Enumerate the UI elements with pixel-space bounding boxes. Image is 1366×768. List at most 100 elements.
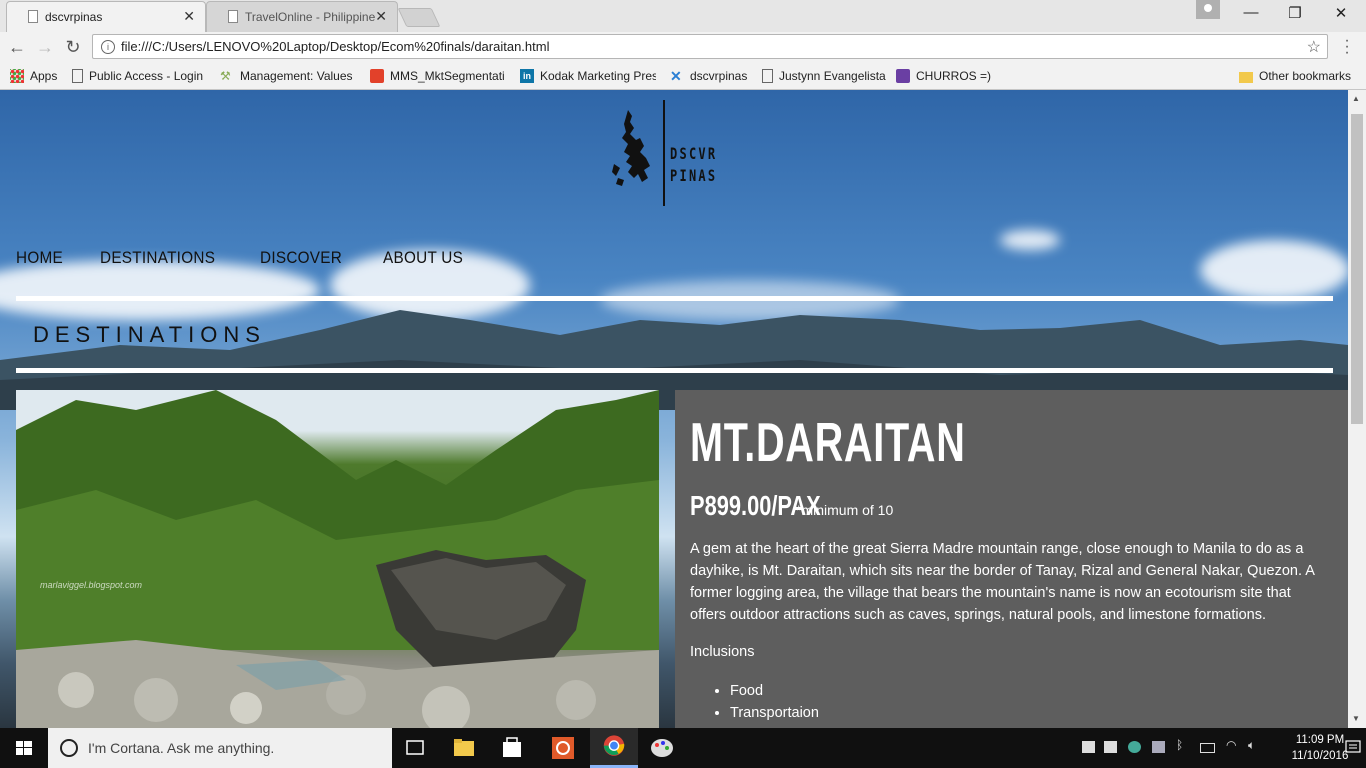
tray-icon[interactable]: [1082, 741, 1095, 753]
bookmark-public-access[interactable]: Public Access - Login: [72, 67, 204, 85]
other-bookmarks[interactable]: Other bookmarks: [1239, 67, 1351, 85]
close-window-button[interactable]: ✕: [1318, 4, 1364, 22]
tab-dscvrpinas[interactable]: dscvrpinas ✕: [6, 1, 206, 32]
page-icon: [28, 10, 38, 23]
linkedin-icon: in: [520, 69, 534, 83]
bookmark-apps[interactable]: Apps: [10, 67, 57, 85]
profile-button[interactable]: [1196, 0, 1220, 19]
list-item: Food: [730, 680, 819, 702]
inclusions-list: Food Transportaion: [690, 680, 819, 724]
nav-about-us[interactable]: ABOUT US: [383, 248, 463, 268]
music-app-icon[interactable]: [540, 728, 588, 768]
site-logo[interactable]: DSCVR PINAS: [610, 98, 740, 208]
wifi-icon[interactable]: ◠: [1226, 738, 1239, 752]
pickaxe-icon: ⚒: [220, 69, 231, 83]
price-line: P899.00/PAX*minimum of 10: [690, 490, 893, 522]
bookmark-label: Other bookmarks: [1259, 69, 1352, 83]
destination-title: MT.DARAITAN: [690, 411, 966, 473]
tray-icon[interactable]: [1104, 741, 1117, 753]
reload-icon[interactable]: ↻: [62, 37, 84, 57]
scroll-down-icon[interactable]: ▼: [1352, 714, 1360, 723]
philippines-map-icon: [612, 110, 650, 186]
red-app-icon: [370, 69, 384, 83]
bookmark-management-values[interactable]: ⚒ Management: Values (: [220, 67, 354, 85]
top-divider: [16, 296, 1333, 301]
address-bar[interactable]: i file:///C:/Users/LENOVO%20Laptop/Deskt…: [92, 34, 1328, 59]
url-text: file:///C:/Users/LENOVO%20Laptop/Desktop…: [121, 39, 550, 54]
inclusions-label: Inclusions: [690, 644, 755, 660]
destination-description: A gem at the heart of the great Sierra M…: [690, 541, 1315, 623]
destination-photo: marlaviggel.blogspot.com: [16, 390, 659, 728]
bookmark-justynn[interactable]: Justynn Evangelista: [762, 67, 886, 85]
destination-info-panel: MT.DARAITAN P899.00/PAX*minimum of 10 A …: [675, 390, 1348, 728]
bookmark-label: Justynn Evangelista: [779, 69, 886, 83]
cortana-search-box[interactable]: I'm Cortana. Ask me anything.: [48, 728, 392, 768]
back-arrow-icon[interactable]: ←: [6, 37, 28, 57]
volume-icon[interactable]: 🔈︎: [1248, 738, 1261, 752]
bookmark-kodak[interactable]: in Kodak Marketing Pres: [520, 67, 656, 85]
page-icon: [228, 10, 238, 23]
page-icon: [762, 69, 773, 83]
menu-dots-icon[interactable]: · · ·: [1342, 33, 1352, 61]
person-icon: [1204, 4, 1212, 12]
apps-grid-icon: [10, 69, 24, 83]
bookmark-label: CHURROS =): [916, 69, 992, 83]
forward-arrow-icon[interactable]: →: [34, 37, 56, 57]
tab-title: dscvrpinas: [45, 10, 103, 24]
task-view-icon[interactable]: [392, 728, 440, 768]
tab-title: TravelOnline - Philippine: [245, 10, 375, 24]
logo-text-line1: DSCVR: [670, 144, 718, 163]
close-tab-icon[interactable]: ✕: [375, 8, 387, 25]
windows-start-icon[interactable]: [0, 728, 48, 768]
mountain-river-illustration: [16, 390, 659, 728]
info-icon[interactable]: i: [101, 40, 115, 54]
windows-taskbar: I'm Cortana. Ask me anything. ᛒ ◠ 🔈︎ 11:…: [0, 728, 1366, 768]
bookmark-label: Kodak Marketing Pres: [540, 69, 656, 83]
nav-discover[interactable]: DISCOVER: [260, 248, 342, 268]
blue-x-icon: ✕: [670, 68, 682, 84]
nav-home[interactable]: HOME: [16, 248, 63, 268]
paint-icon[interactable]: [638, 728, 686, 768]
page-scrollbar[interactable]: ▲ ▼: [1348, 90, 1366, 728]
tray-icon[interactable]: [1152, 741, 1165, 753]
nav-destinations[interactable]: DESTINATIONS: [100, 248, 215, 268]
bookmark-churros[interactable]: CHURROS =): [896, 67, 991, 85]
restore-button[interactable]: ❐: [1272, 4, 1318, 22]
bookmark-mms[interactable]: MMS_MktSegmentatio: [370, 67, 504, 85]
purple-form-icon: [896, 69, 910, 83]
bookmark-label: Public Access - Login: [89, 69, 204, 83]
battery-icon[interactable]: [1200, 743, 1215, 753]
photo-watermark: marlaviggel.blogspot.com: [40, 580, 143, 590]
scrollbar-thumb[interactable]: [1351, 114, 1363, 424]
page-viewport: DSCVR PINAS HOME DESTINATIONS DISCOVER A…: [0, 90, 1348, 728]
bookmark-label: MMS_MktSegmentatio: [390, 69, 504, 83]
bookmark-label: Apps: [30, 69, 58, 83]
bottom-divider: [16, 368, 1333, 373]
cortana-icon: [60, 739, 78, 757]
new-tab-button[interactable]: [397, 8, 441, 27]
tab-traveloline[interactable]: TravelOnline - Philippine ✕: [206, 1, 398, 32]
tray-icon[interactable]: [1128, 741, 1141, 753]
cortana-placeholder: I'm Cortana. Ask me anything.: [88, 740, 275, 756]
bookmark-label: dscvrpinas: [690, 69, 748, 83]
file-explorer-icon[interactable]: [440, 728, 488, 768]
scroll-up-icon[interactable]: ▲: [1352, 94, 1360, 103]
section-heading: DESTINATIONS: [33, 322, 266, 347]
folder-icon: [1239, 71, 1253, 83]
bluetooth-icon[interactable]: ᛒ: [1176, 738, 1184, 752]
chrome-icon[interactable]: [590, 728, 638, 768]
price-amount: P899.00/PAX: [690, 490, 821, 521]
bookmark-dscvrpinas[interactable]: ✕ dscvrpinas: [670, 67, 747, 85]
browser-toolbar: ← → ↻ i file:///C:/Users/LENOVO%20Laptop…: [0, 32, 1366, 63]
bookmarks-bar: Apps Public Access - Login ⚒ Management:…: [0, 63, 1366, 90]
store-icon[interactable]: [488, 728, 536, 768]
close-tab-icon[interactable]: ✕: [183, 8, 195, 25]
minimize-button[interactable]: —: [1228, 4, 1274, 21]
action-center-icon[interactable]: [1340, 728, 1366, 768]
site-navigation: HOME DESTINATIONS DISCOVER ABOUT US: [16, 248, 504, 268]
page-icon: [72, 69, 83, 83]
bookmark-star-icon[interactable]: ☆: [1307, 37, 1321, 57]
browser-tab-strip: dscvrpinas ✕ TravelOnline - Philippine ✕…: [0, 0, 1366, 32]
bookmark-label: Management: Values (: [240, 69, 354, 83]
list-item: Transportaion: [730, 702, 819, 724]
